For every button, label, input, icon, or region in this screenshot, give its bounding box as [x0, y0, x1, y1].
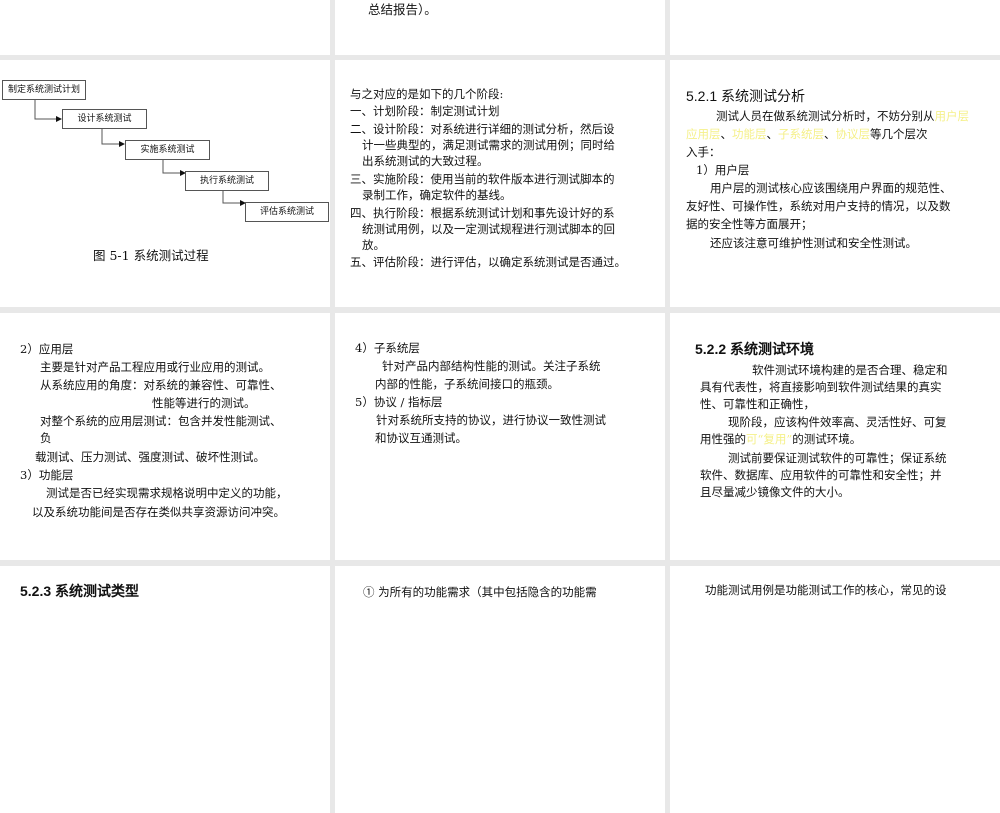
slide-thumbnail[interactable]: 5.2.2 系统测试环境 软件测试环境构建的是否合理、稳定和 具有代表性，将直接… [670, 313, 1000, 560]
slide-text: 计一些典型的，满足测试需求的测试用例；同时给 [362, 138, 615, 152]
slide-thumbnail[interactable]: 制定系统测试计划 设计系统测试 实施系统测试 执行系统测试 评估系统测试 图 5… [0, 60, 330, 307]
highlight-term: 子系统层 [778, 127, 824, 141]
flow-step: 实施系统测试 [125, 140, 210, 160]
slide-text: 1）用户层 [696, 163, 750, 177]
text-run: 等几个层次 [870, 127, 928, 141]
slide-text: 5）协议 / 指标层 [355, 395, 443, 409]
slide-text: 主要是针对产品工程应用或行业应用的测试。 [40, 360, 270, 374]
slide-text: 软件测试环境构建的是否合理、稳定和 [752, 363, 948, 377]
slide-text: 4）子系统层 [355, 341, 420, 355]
highlight-term: 协议层 [835, 127, 871, 141]
slide-text: 放。 [362, 238, 385, 252]
slide-thumbnail[interactable]: ……………………………… 总结报告）。 [335, 0, 665, 55]
slide-text: 一、计划阶段：制定测试计划 [350, 104, 500, 118]
slide-thumbnail[interactable]: 功能测试用例是功能测试工作的核心，常见的设 [670, 566, 1000, 813]
text-run: 测试人员在做系统测试分析时，不妨分别从 [716, 109, 935, 123]
separator: 、 [720, 127, 733, 141]
slide-text: 测试前要保证测试软件的可靠性；保证系统 [728, 451, 947, 465]
slide-text: 测试是否已经实现需求规格说明中定义的功能， [46, 486, 288, 500]
slide-text: 四、执行阶段：根据系统测试计划和事先设计好的系 [350, 206, 615, 220]
slide-text: 测试人员在做系统测试分析时，不妨分别从用户层 [716, 108, 969, 125]
slide-text: ① 为所有的功能需求（其中包括隐含的功能需 [363, 585, 597, 599]
slide-text: 载测试、压力测试、强度测试、破坏性测试。 [35, 450, 265, 464]
text-run: 用性强的 [700, 432, 746, 446]
slide-text: 针对产品内部结构性能的测试。关注子系统 [382, 359, 601, 373]
highlight-term: 可“复用” [746, 432, 793, 446]
text-run: 的测试环境。 [792, 432, 862, 446]
separator: 、 [824, 127, 836, 141]
slide-thumbnail[interactable]: ① 为所有的功能需求（其中包括隐含的功能需 [335, 566, 665, 813]
slide-thumbnail[interactable]: 4）子系统层 针对产品内部结构性能的测试。关注子系统 内部的性能，子系统间接口的… [335, 313, 665, 560]
slide-text: 以及系统功能间是否存在类似共享资源访问冲突。 [32, 505, 285, 519]
flow-step: 设计系统测试 [62, 109, 147, 129]
slide-thumbnail[interactable]: 2）应用层 主要是针对产品工程应用或行业应用的测试。 从系统应用的角度：对系统的… [0, 313, 330, 560]
slide-text: 针对系统所支持的协议，进行协议一致性测试 [376, 413, 606, 427]
slide-text: 出系统测试的大致过程。 [362, 154, 489, 168]
slide-text: 性能等进行的测试。 [152, 396, 256, 410]
slide-text: 且尽量减少镜像文件的大小。 [700, 485, 850, 499]
slide-text: 应用层、功能层、子系统层、协议层等几个层次 [686, 126, 928, 143]
slide-thumbnail[interactable] [0, 0, 330, 55]
separator: 、 [766, 127, 779, 141]
slide-text: 功能测试用例是功能测试工作的核心，常见的设 [705, 583, 947, 597]
highlight-term: 应用层 [686, 127, 721, 141]
highlight-term: 用户层 [934, 109, 970, 123]
slide-text: 现阶段，应该构件效率高、灵活性好、可复 [728, 415, 947, 429]
slide-text: 负 [40, 431, 52, 445]
slide-text: 具有代表性，将直接影响到软件测试结果的真实 [700, 380, 942, 394]
slide-text: 统测试用例，以及一定测试规程进行测试脚本的回 [362, 222, 615, 236]
flow-step: 制定系统测试计划 [2, 80, 86, 100]
slide-text: 2）应用层 [20, 342, 74, 356]
slide-text: 五、评估阶段：进行评估，以确定系统测试是否通过。 [350, 255, 626, 269]
slide-text: 用性强的可“复用”的测试环境。 [700, 431, 861, 448]
slide-text: 3）功能层 [20, 468, 74, 482]
slide-text: 入手： [686, 145, 721, 159]
slide-text: 总结报告）。 [368, 2, 437, 17]
figure-caption: 图 5-1 系统测试过程 [93, 248, 209, 263]
flow-step: 执行系统测试 [185, 171, 269, 191]
slide-thumbnail[interactable]: 5.2.1 系统测试分析 测试人员在做系统测试分析时，不妨分别从用户层 应用层、… [670, 60, 1000, 307]
flow-step: 评估系统测试 [245, 202, 329, 222]
highlight-term: 功能层 [732, 127, 767, 141]
slide-text: 二、设计阶段：对系统进行详细的测试分析，然后设 [350, 122, 615, 136]
slide-text: 对整个系统的应用层测试：包含并发性能测试、 [40, 414, 282, 428]
slide-text: 友好性、可操作性，系统对用户支持的情况，以及数 [686, 199, 951, 213]
slide-text: 和协议互通测试。 [375, 431, 467, 445]
slide-text: 与之对应的是如下的几个阶段: [350, 87, 504, 101]
slide-thumbnail[interactable] [670, 0, 1000, 55]
slide-title: 5.2.1 系统测试分析 [686, 88, 806, 104]
slide-text: 性、可靠性和正确性， [700, 397, 815, 411]
slide-thumbnail[interactable]: 与之对应的是如下的几个阶段: 一、计划阶段：制定测试计划 二、设计阶段：对系统进… [335, 60, 665, 307]
slide-text: 从系统应用的角度：对系统的兼容性、可靠性、 [40, 378, 282, 392]
slide-text: 据的安全性等方面展开； [686, 217, 813, 231]
slide-text: 录制工作，确定软件的基线。 [362, 188, 512, 202]
slide-text: 软件、数据库、应用软件的可靠性和安全性；并 [700, 468, 942, 482]
slide-text: 还应该注意可维护性测试和安全性测试。 [710, 236, 917, 250]
slide-text: 内部的性能，子系统间接口的瓶颈。 [375, 377, 559, 391]
slide-thumbnail[interactable]: 5.2.3 系统测试类型 [0, 566, 330, 813]
slide-title: 5.2.3 系统测试类型 [20, 583, 140, 599]
slide-text: 用户层的测试核心应该围绕用户界面的规范性、 [710, 181, 952, 195]
slide-text: 三、实施阶段：使用当前的软件版本进行测试脚本的 [350, 172, 615, 186]
slide-title: 5.2.2 系统测试环境 [695, 341, 815, 357]
